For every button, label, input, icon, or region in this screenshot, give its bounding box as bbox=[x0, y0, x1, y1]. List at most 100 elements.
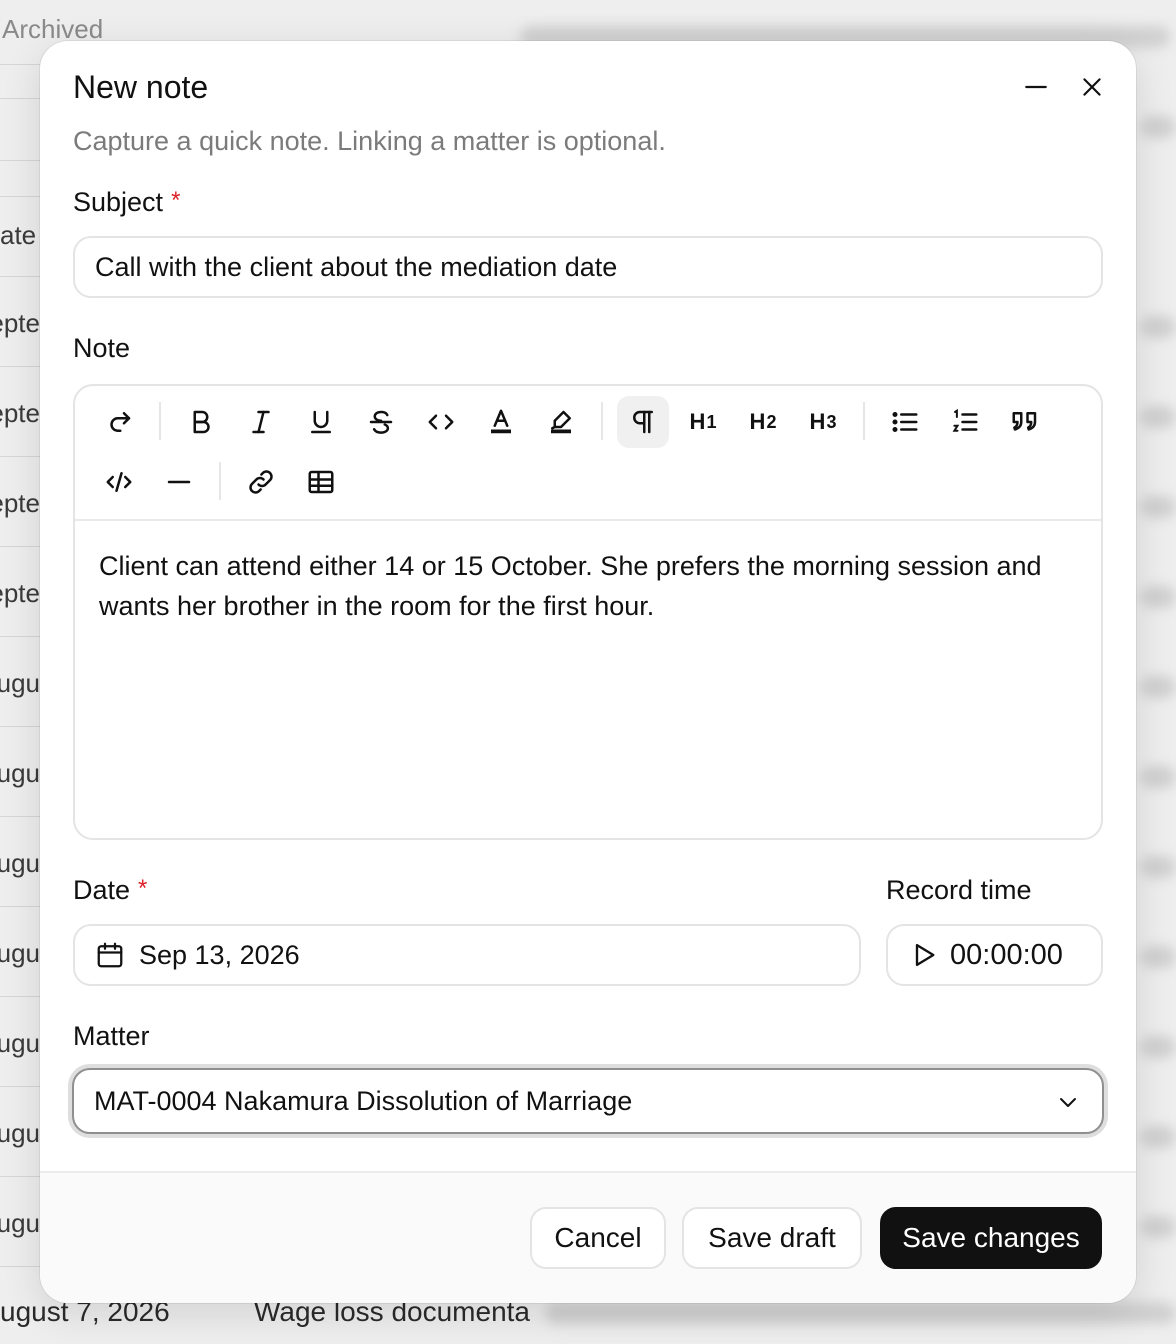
bg-row-date: epte bbox=[0, 308, 40, 338]
heading-1-level: 1 bbox=[706, 411, 717, 432]
blurred-cell bbox=[1140, 496, 1176, 518]
heading-3-button[interactable]: H3 bbox=[797, 396, 849, 448]
blurred-cell bbox=[1140, 1036, 1176, 1058]
subject-label: Subject * bbox=[73, 187, 181, 217]
subject-value: Call with the client about the mediation… bbox=[95, 251, 618, 282]
bg-row-date: ugu bbox=[0, 848, 40, 878]
strikethrough-button[interactable] bbox=[355, 396, 407, 448]
row-divider bbox=[0, 636, 40, 637]
bg-row-date: ugu bbox=[0, 938, 40, 968]
blurred-cell bbox=[1140, 676, 1176, 698]
save-changes-button[interactable]: Save changes bbox=[880, 1207, 1102, 1269]
blockquote-button[interactable] bbox=[999, 396, 1051, 448]
highlighter-icon bbox=[551, 410, 571, 434]
bullet-list-button[interactable] bbox=[879, 396, 931, 448]
close-icon bbox=[1083, 78, 1101, 96]
bg-row-date: ugu bbox=[0, 1028, 40, 1058]
chevron-down-icon bbox=[1060, 1098, 1076, 1107]
quote-icon bbox=[1012, 412, 1037, 431]
bg-row-date: ugu bbox=[0, 1118, 40, 1148]
link-button[interactable] bbox=[235, 456, 287, 508]
text-color-button[interactable] bbox=[475, 396, 527, 448]
row-divider bbox=[0, 366, 40, 367]
close-button[interactable] bbox=[1072, 67, 1112, 107]
link-icon bbox=[249, 470, 273, 494]
paragraph-icon bbox=[633, 410, 653, 434]
subject-input[interactable]: Call with the client about the mediation… bbox=[73, 236, 1103, 298]
matter-label: Matter bbox=[73, 1021, 150, 1051]
calendar-icon bbox=[97, 942, 123, 968]
bg-row-date: epte bbox=[0, 398, 40, 428]
required-mark: * bbox=[138, 875, 148, 902]
row-divider bbox=[0, 1266, 40, 1267]
blurred-cell bbox=[1140, 1216, 1176, 1238]
editor-toolbar: H1 H2 H3 bbox=[75, 386, 1101, 521]
row-divider bbox=[0, 64, 40, 65]
bullet-list-icon bbox=[892, 412, 918, 432]
italic-icon bbox=[252, 410, 270, 434]
code-icon bbox=[428, 414, 454, 430]
new-note-dialog: New note Capture a quick note. Linking a… bbox=[40, 41, 1136, 1303]
heading-1-button[interactable]: H1 bbox=[677, 396, 729, 448]
heading-2-level: 2 bbox=[766, 411, 777, 432]
date-value: Sep 13, 2026 bbox=[139, 939, 300, 970]
inline-code-button[interactable] bbox=[415, 396, 467, 448]
italic-button[interactable] bbox=[235, 396, 287, 448]
cancel-button[interactable]: Cancel bbox=[530, 1207, 666, 1269]
highlight-button[interactable] bbox=[535, 396, 587, 448]
underline-icon bbox=[311, 410, 331, 434]
play-icon bbox=[915, 943, 935, 967]
date-picker[interactable]: Sep 13, 2026 bbox=[73, 924, 861, 986]
row-divider bbox=[0, 726, 40, 727]
bold-icon bbox=[193, 410, 210, 434]
dialog-title: New note bbox=[73, 69, 209, 105]
redo-button[interactable] bbox=[93, 396, 145, 448]
note-editor: H1 H2 H3 Client can attend either 14 or … bbox=[73, 384, 1103, 840]
bg-row-date: epte bbox=[0, 488, 40, 518]
row-divider bbox=[0, 1176, 40, 1177]
ordered-list-button[interactable] bbox=[939, 396, 991, 448]
timer-value: 00:00:00 bbox=[950, 938, 1063, 971]
row-divider bbox=[0, 546, 40, 547]
paragraph-button[interactable] bbox=[617, 396, 669, 448]
heading-1-label: H bbox=[689, 409, 706, 434]
bg-row-date: ugu bbox=[0, 1208, 40, 1238]
dialog-footer: Cancel Save draft Save changes bbox=[40, 1171, 1136, 1303]
minimize-icon bbox=[1025, 85, 1047, 89]
minimize-button[interactable] bbox=[1016, 67, 1056, 107]
blurred-cell bbox=[1140, 586, 1176, 608]
row-divider bbox=[0, 456, 40, 457]
matter-value: MAT-0004 Nakamura Dissolution of Marriag… bbox=[94, 1085, 633, 1116]
row-divider bbox=[0, 196, 40, 197]
bg-row-date: ugu bbox=[0, 668, 40, 698]
underline-button[interactable] bbox=[295, 396, 347, 448]
redo-icon bbox=[110, 412, 131, 432]
bold-button[interactable] bbox=[175, 396, 227, 448]
blurred-cell bbox=[1140, 856, 1176, 878]
required-mark: * bbox=[171, 187, 181, 214]
row-divider bbox=[0, 996, 40, 997]
blurred-cell bbox=[1140, 406, 1176, 428]
note-label: Note bbox=[73, 333, 131, 363]
heading-3-level: 3 bbox=[826, 411, 837, 432]
row-divider bbox=[0, 276, 40, 277]
note-content[interactable]: Client can attend either 14 or 15 Octobe… bbox=[99, 546, 1061, 626]
code-block-button[interactable] bbox=[93, 456, 145, 508]
row-divider bbox=[0, 1086, 40, 1087]
heading-2-label: H bbox=[749, 409, 766, 434]
row-divider bbox=[0, 906, 40, 907]
ordered-list-icon bbox=[952, 408, 978, 432]
record-time-button[interactable]: 00:00:00 bbox=[886, 924, 1103, 986]
heading-2-button[interactable]: H2 bbox=[737, 396, 789, 448]
blurred-cell bbox=[1140, 946, 1176, 968]
code-block-icon bbox=[106, 472, 132, 492]
bg-column-header: ate bbox=[0, 220, 37, 250]
matter-select[interactable]: MAT-0004 Nakamura Dissolution of Marriag… bbox=[72, 1068, 1104, 1134]
table-button[interactable] bbox=[295, 456, 347, 508]
strikethrough-icon bbox=[369, 410, 393, 434]
row-divider bbox=[0, 816, 40, 817]
blurred-cell bbox=[1140, 316, 1176, 338]
horizontal-rule-button[interactable] bbox=[153, 456, 205, 508]
save-draft-button[interactable]: Save draft bbox=[682, 1207, 862, 1269]
heading-3-label: H bbox=[809, 409, 826, 434]
